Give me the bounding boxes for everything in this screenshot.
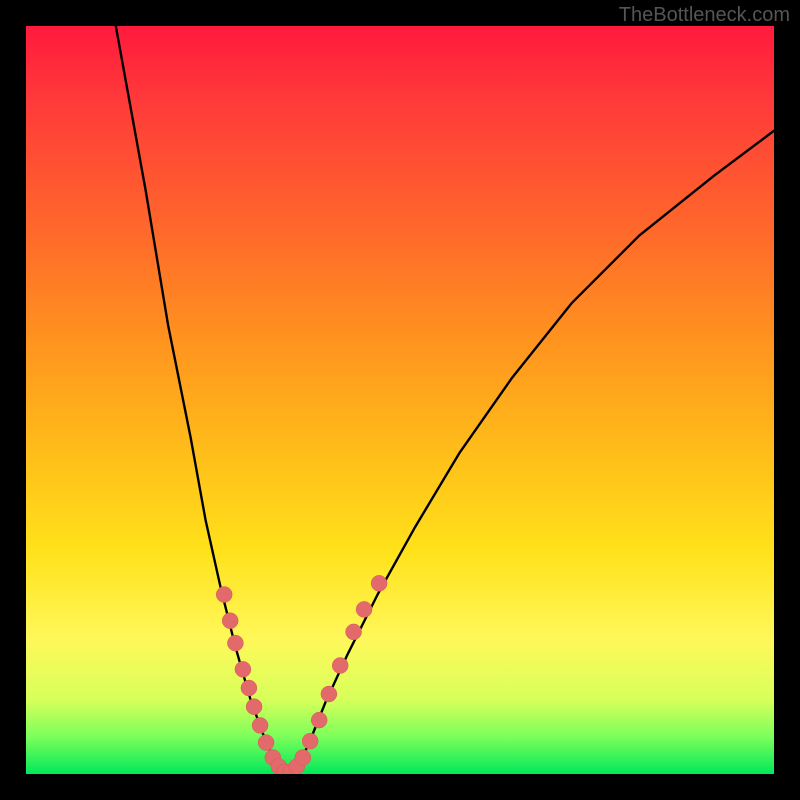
watermark-text: TheBottleneck.com	[619, 4, 790, 27]
marker-dot	[222, 613, 238, 629]
bottleneck-curve	[26, 26, 774, 774]
marker-dot	[295, 750, 311, 766]
marker-dot	[227, 635, 243, 651]
marker-dot	[216, 587, 232, 603]
marker-dot	[356, 601, 372, 617]
marker-dot	[235, 661, 251, 677]
marker-dot	[252, 717, 268, 733]
marker-dot	[332, 658, 348, 674]
marker-dot	[258, 735, 274, 751]
marker-dot	[311, 712, 327, 728]
marker-dot	[371, 575, 387, 591]
marker-dot	[246, 699, 262, 715]
marker-dot	[241, 680, 257, 696]
marker-dot	[302, 733, 318, 749]
plot-area	[26, 26, 774, 774]
chart-frame: TheBottleneck.com	[0, 0, 800, 800]
marker-dot	[321, 686, 337, 702]
marker-dot	[346, 624, 362, 640]
